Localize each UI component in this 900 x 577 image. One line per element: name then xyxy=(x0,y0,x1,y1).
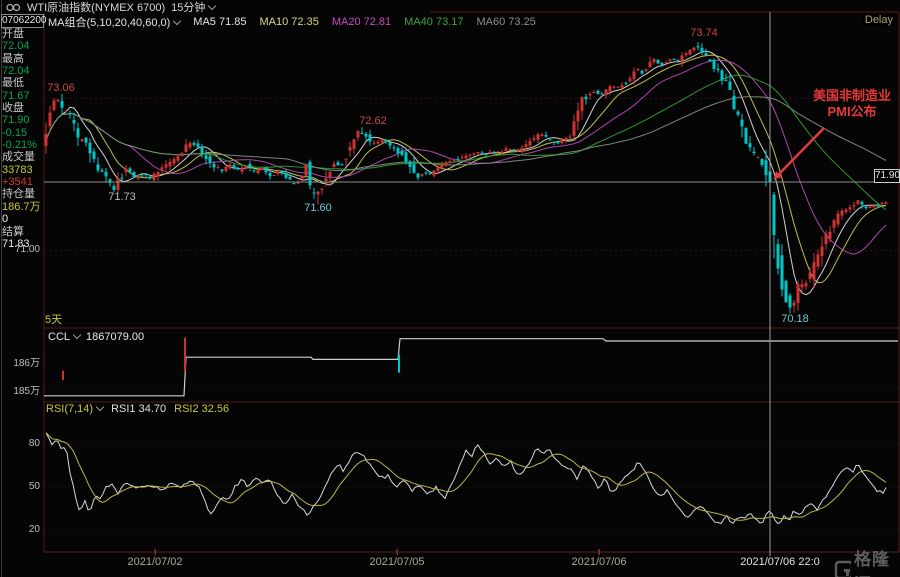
ma-values: MA5 71.85 MA10 72.35 MA20 72.81 MA40 73.17 M… xyxy=(193,16,536,28)
quote-sidebar: 开盘72.04最高72.04最低71.67收盘71.90-0.15-0.21%成… xyxy=(2,28,43,250)
event-annotation-line2: PMI公布 xyxy=(802,104,900,120)
gelonghui-logo-text: 格隆汇 xyxy=(854,545,900,577)
sidebar-settlement-label: 结算 xyxy=(2,226,43,238)
ma-legend-item: MA40 73.17 xyxy=(404,16,463,28)
sidebar-close-label: 收盘 xyxy=(2,102,43,114)
sidebar-open-interest-value: 186.7万 xyxy=(2,201,43,213)
event-annotation-line1: 美国非制造业 xyxy=(802,88,900,104)
sidebar-zero-value: 0 xyxy=(2,213,43,225)
price-annotation: 73.06 xyxy=(33,82,89,94)
sidebar-change-value: -0.15 xyxy=(2,127,43,139)
ccl-value: 1867079.00 xyxy=(86,331,144,343)
ma-legend-item: MA60 73.25 xyxy=(476,16,535,28)
y-axis-label: 71.00 xyxy=(0,244,40,255)
sidebar-open-interest-label: 持仓量 xyxy=(2,188,43,200)
chevron-down-icon xyxy=(73,331,81,339)
sidebar-volume-change: +3541 xyxy=(2,176,43,188)
ccl-selector[interactable]: CCL xyxy=(48,331,80,343)
price-annotation: 73.74 xyxy=(676,27,732,39)
sidebar-volume-label: 成交量 xyxy=(2,151,43,163)
chevron-down-icon xyxy=(208,2,216,10)
rsi2-value: RSI2 32.56 xyxy=(174,403,229,415)
price-annotation: 72.62 xyxy=(345,115,401,127)
ma-group-label: MA组合(5,10,20,40,60,0) xyxy=(48,17,170,29)
event-annotation: 美国非制造业 PMI公布 xyxy=(802,88,900,120)
gelonghui-logo: 格隆汇 xyxy=(834,545,900,577)
price-annotation: 71.60 xyxy=(290,202,346,214)
trading-terminal-window: WTI原油指数(NYMEX 6700) 15分钟 Delay 07062200 … xyxy=(0,0,900,577)
x-axis-date-label: 2021/07/05 xyxy=(342,556,452,568)
gelonghui-logo-icon xyxy=(834,560,851,577)
sidebar-open-label: 开盘 xyxy=(2,28,43,40)
interval-selector[interactable]: 15分钟 xyxy=(171,0,215,15)
crosshair-price-box: 71.90 xyxy=(874,169,900,183)
link-status-icon xyxy=(6,3,21,12)
y-axis-label: 20 xyxy=(0,524,40,535)
sidebar-high-label: 最高 xyxy=(2,53,43,65)
x-axis-date-label: 2021/07/06 xyxy=(544,556,654,568)
ma-legend-row: MA组合(5,10,20,40,60,0) MA5 71.85 MA10 72.3… xyxy=(48,14,536,30)
rsi-label: RSI(7,14) xyxy=(46,403,93,415)
sidebar-open-value: 72.04 xyxy=(2,40,43,52)
y-axis-label: 186万 xyxy=(0,354,40,369)
ccl-header: CCL 1867079.00 xyxy=(48,331,144,343)
instrument-title: WTI原油指数(NYMEX 6700) xyxy=(27,0,165,15)
y-axis-label: 185万 xyxy=(0,382,40,397)
ma-legend-item: MA10 72.35 xyxy=(260,16,319,28)
ccl-label: CCL xyxy=(48,331,70,343)
chevron-down-icon xyxy=(173,17,181,25)
price-annotation: 70.18 xyxy=(767,313,823,325)
sidebar-close-value: 71.90 xyxy=(2,114,43,126)
y-axis-label: 50 xyxy=(0,481,40,492)
rsi1-value: RSI1 34.70 xyxy=(111,403,166,415)
price-annotation: 71.73 xyxy=(94,191,150,203)
x-axis-date-label: 2021/07/02 xyxy=(100,556,210,568)
ma-group-selector[interactable]: MA组合(5,10,20,40,60,0) xyxy=(48,14,180,30)
ma-legend-item: MA5 71.85 xyxy=(193,16,246,28)
rsi-header: RSI(7,14) RSI1 34.70 RSI2 32.56 xyxy=(46,403,229,415)
y-axis-label: 80 xyxy=(0,438,40,449)
chart-canvas[interactable] xyxy=(0,0,900,577)
ma-legend-item: MA20 72.81 xyxy=(332,16,391,28)
titlebar: WTI原油指数(NYMEX 6700) 15分钟 xyxy=(6,1,215,13)
interval-label: 15分钟 xyxy=(171,2,205,14)
contract-code-box: 07062200 xyxy=(1,14,44,28)
chevron-down-icon xyxy=(96,403,104,411)
sidebar-change-pct: -0.21% xyxy=(2,139,43,151)
rsi-selector[interactable]: RSI(7,14) xyxy=(46,403,103,415)
sidebar-high-value: 72.04 xyxy=(2,65,43,77)
x-axis-date-label: 2021/07/06 22:0 xyxy=(725,556,835,568)
range-5day-label[interactable]: 5天 xyxy=(45,311,62,327)
delay-badge: Delay xyxy=(863,14,895,26)
sidebar-volume-value: 33783 xyxy=(2,164,43,176)
